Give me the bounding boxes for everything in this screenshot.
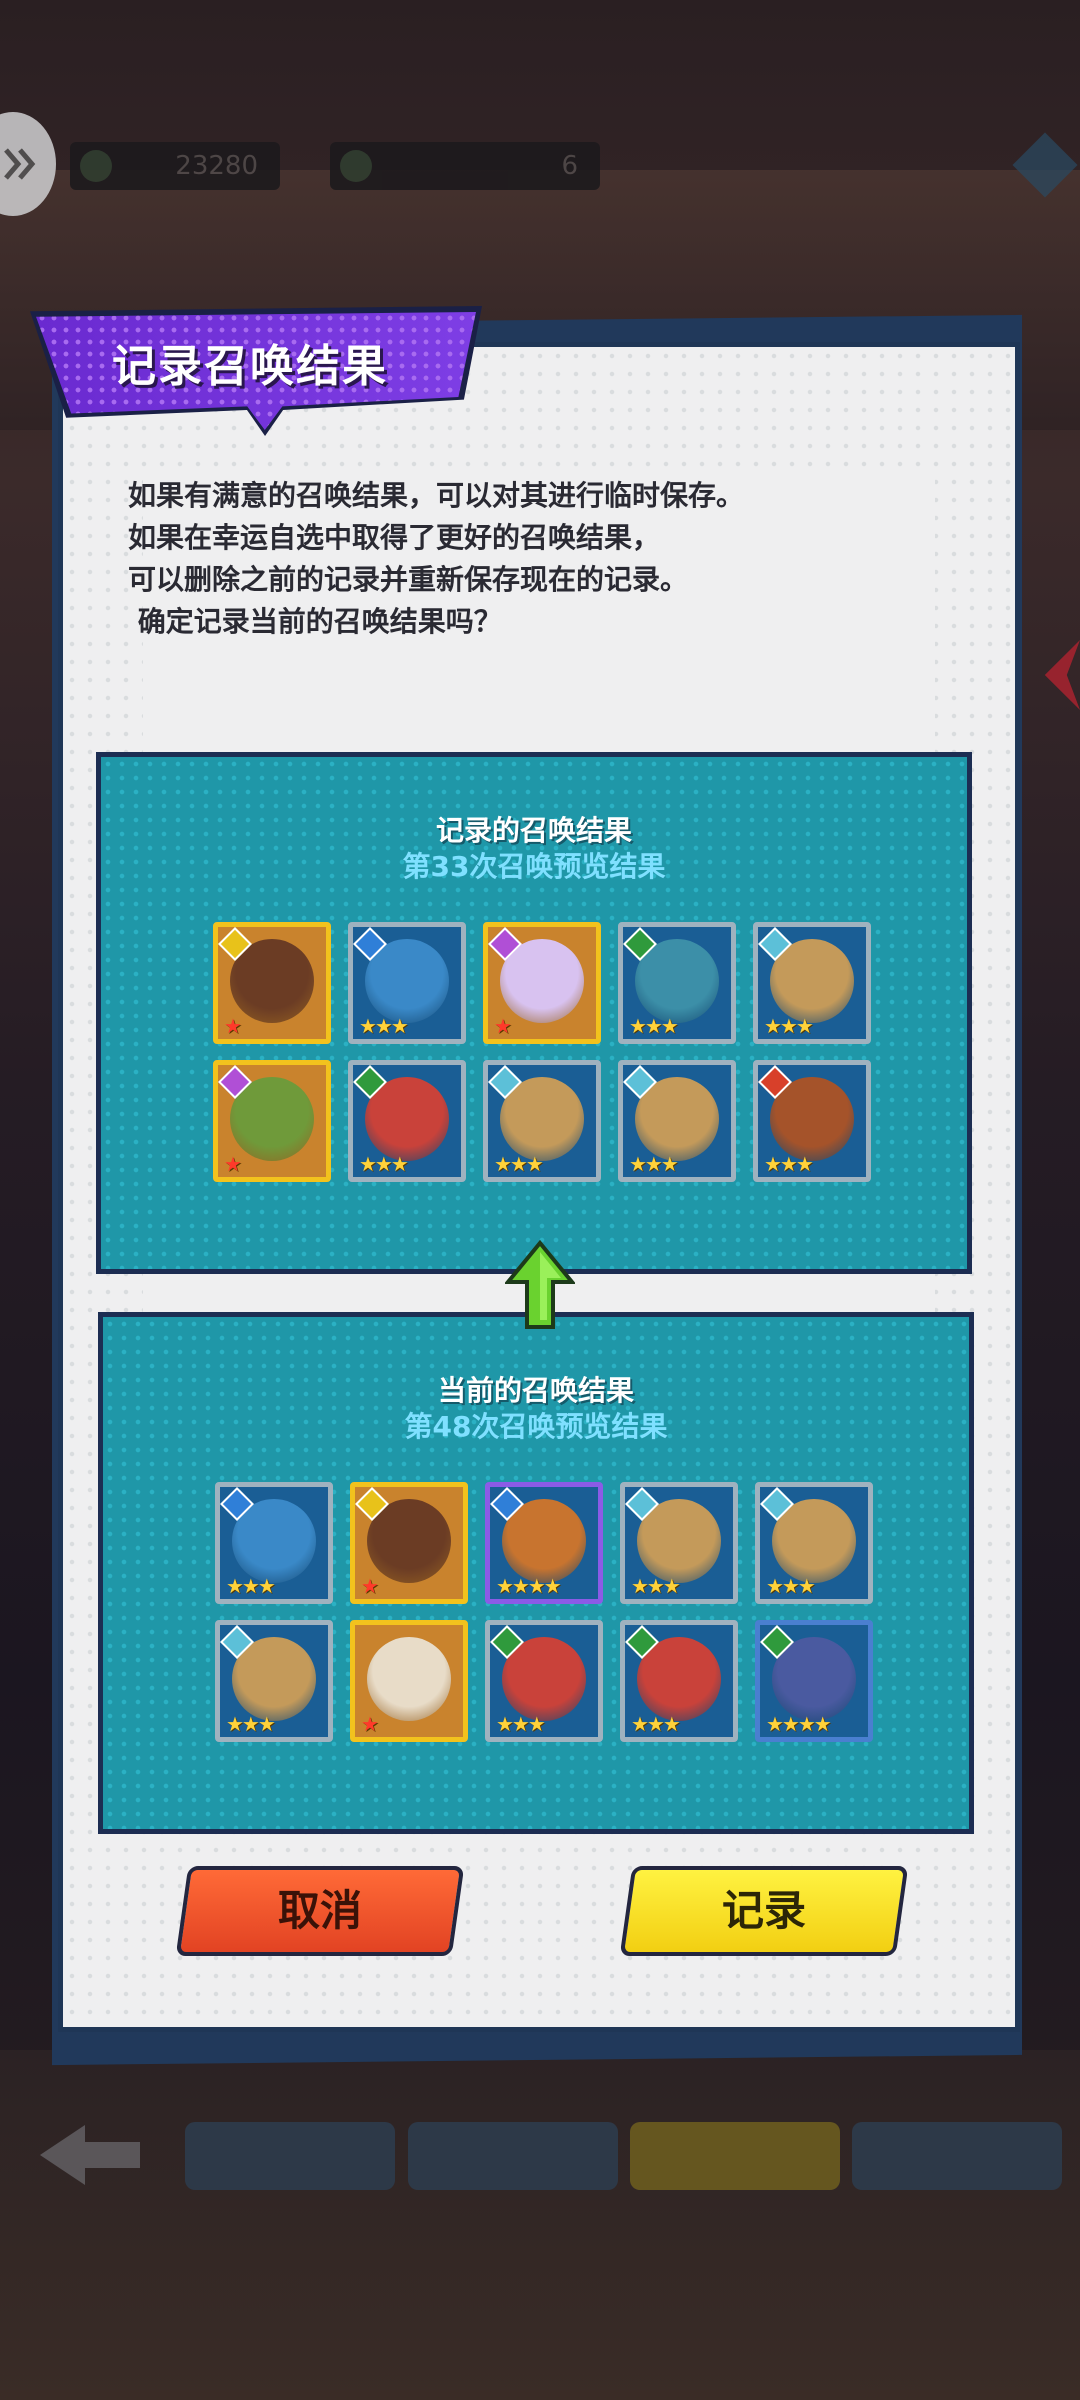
hero-card[interactable]: ★★★ — [485, 1620, 603, 1742]
hero-stars: ★ — [361, 1574, 379, 1598]
nav-button-1 — [185, 2122, 395, 2190]
back-arrow-icon — [40, 2125, 140, 2185]
hero-stars: ★ — [224, 1014, 242, 1038]
coin-icon — [80, 150, 112, 182]
up-arrow-icon — [505, 1240, 575, 1329]
hero-stars: ★★★ — [764, 1152, 814, 1176]
hero-card[interactable]: ★★★ — [348, 922, 466, 1044]
saved-hero-grid: ★ ★★★ ★ ★★★ ★★★ ★ ★★★ ★★★ ★★★ ★★★ — [213, 922, 871, 1182]
saved-panel-subtitle: 第33次召唤预览结果 — [402, 850, 666, 883]
current-panel-subtitle: 第48次召唤预览结果 — [404, 1410, 668, 1443]
diamond-icon — [1012, 132, 1078, 198]
hero-card[interactable]: ★★★ — [753, 1060, 871, 1182]
hero-stars: ★★★★ — [766, 1712, 832, 1736]
hero-stars: ★ — [224, 1152, 242, 1176]
bottom-nav — [0, 2100, 1080, 2200]
cancel-button-label: 取消 — [277, 1886, 362, 1935]
hero-card[interactable]: ★★★ — [753, 922, 871, 1044]
hero-stars: ★★★ — [359, 1014, 409, 1038]
menu-round-button[interactable] — [0, 112, 56, 216]
saved-result-panel: 记录的召唤结果 第33次召唤预览结果 ★ ★★★ ★ ★★★ ★★★ ★ ★★★ ★★★ ★★★… — [96, 752, 972, 1274]
hero-card[interactable]: ★ — [483, 922, 601, 1044]
hero-stars: ★★★ — [631, 1574, 681, 1598]
cancel-button[interactable]: 取消 — [175, 1866, 465, 1956]
hero-card[interactable]: ★★★ — [215, 1482, 333, 1604]
currency-display-gem: 6 — [330, 142, 600, 190]
hero-card[interactable]: ★ — [213, 922, 331, 1044]
hero-stars: ★★★ — [629, 1152, 679, 1176]
description-line: 如果在幸运自选中取得了更好的召唤结果， — [128, 521, 661, 554]
currency-value: 6 — [561, 151, 578, 181]
description-line: 确定记录当前的召唤结果吗？ — [128, 605, 502, 638]
hero-stars: ★★★ — [359, 1152, 409, 1176]
hero-portrait — [367, 1637, 451, 1721]
nav-button-2 — [408, 2122, 618, 2190]
hero-card[interactable]: ★★★ — [618, 1060, 736, 1182]
hero-card[interactable]: ★ — [350, 1620, 468, 1742]
hero-stars: ★ — [361, 1712, 379, 1736]
dialog-title: 记录召唤结果 — [112, 341, 388, 392]
hero-stars: ★★★ — [629, 1014, 679, 1038]
hero-card[interactable]: ★★★ — [755, 1482, 873, 1604]
record-button[interactable]: 记录 — [619, 1866, 909, 1956]
hero-card[interactable]: ★★★★ — [485, 1482, 603, 1604]
currency-display-gold: 23280 — [70, 142, 280, 190]
current-hero-grid: ★★★ ★ ★★★★ ★★★ ★★★ ★★★ ★ ★★★ ★★★ ★★★★ — [215, 1482, 873, 1742]
dialog-description: 如果有满意的召唤结果，可以对其进行临时保存。 如果在幸运自选中取得了更好的召唤结… — [128, 475, 948, 643]
current-result-panel: 当前的召唤结果 第48次召唤预览结果 ★★★ ★ ★★★★ ★★★ ★★★ ★★★ ★ ★★★… — [98, 1312, 974, 1834]
saved-panel-title: 记录的召唤结果 — [435, 814, 632, 847]
record-button-label: 记录 — [721, 1886, 806, 1935]
hero-stars: ★★★ — [766, 1574, 816, 1598]
hero-stars: ★★★ — [226, 1574, 276, 1598]
hero-card[interactable]: ★★★ — [620, 1620, 738, 1742]
currency-value: 23280 — [175, 151, 258, 181]
nav-button-4 — [852, 2122, 1062, 2190]
hero-card[interactable]: ★★★ — [620, 1482, 738, 1604]
hero-card[interactable]: ★★★ — [618, 922, 736, 1044]
nav-button-3 — [630, 2122, 840, 2190]
hero-card[interactable]: ★ — [213, 1060, 331, 1182]
top-hud: 23280 6 — [0, 112, 1080, 222]
hero-stars: ★★★ — [496, 1712, 546, 1736]
hero-stars: ★★★ — [494, 1152, 544, 1176]
hero-stars: ★★★ — [226, 1712, 276, 1736]
hero-stars: ★★★ — [764, 1014, 814, 1038]
description-line: 可以删除之前的记录并重新保存现在的记录。 — [128, 563, 689, 596]
hero-card[interactable]: ★ — [350, 1482, 468, 1604]
description-line: 如果有满意的召唤结果，可以对其进行临时保存。 — [128, 479, 745, 512]
gem-icon — [340, 150, 372, 182]
hero-card[interactable]: ★★★ — [215, 1620, 333, 1742]
current-panel-title: 当前的召唤结果 — [437, 1374, 634, 1407]
hero-card[interactable]: ★★★ — [483, 1060, 601, 1182]
hero-stars: ★ — [494, 1014, 512, 1038]
hero-card[interactable]: ★★★ — [348, 1060, 466, 1182]
hero-card[interactable]: ★★★★ — [755, 1620, 873, 1742]
hero-stars: ★★★ — [631, 1712, 681, 1736]
double-chevron-icon — [4, 148, 36, 180]
hero-stars: ★★★★ — [496, 1574, 562, 1598]
